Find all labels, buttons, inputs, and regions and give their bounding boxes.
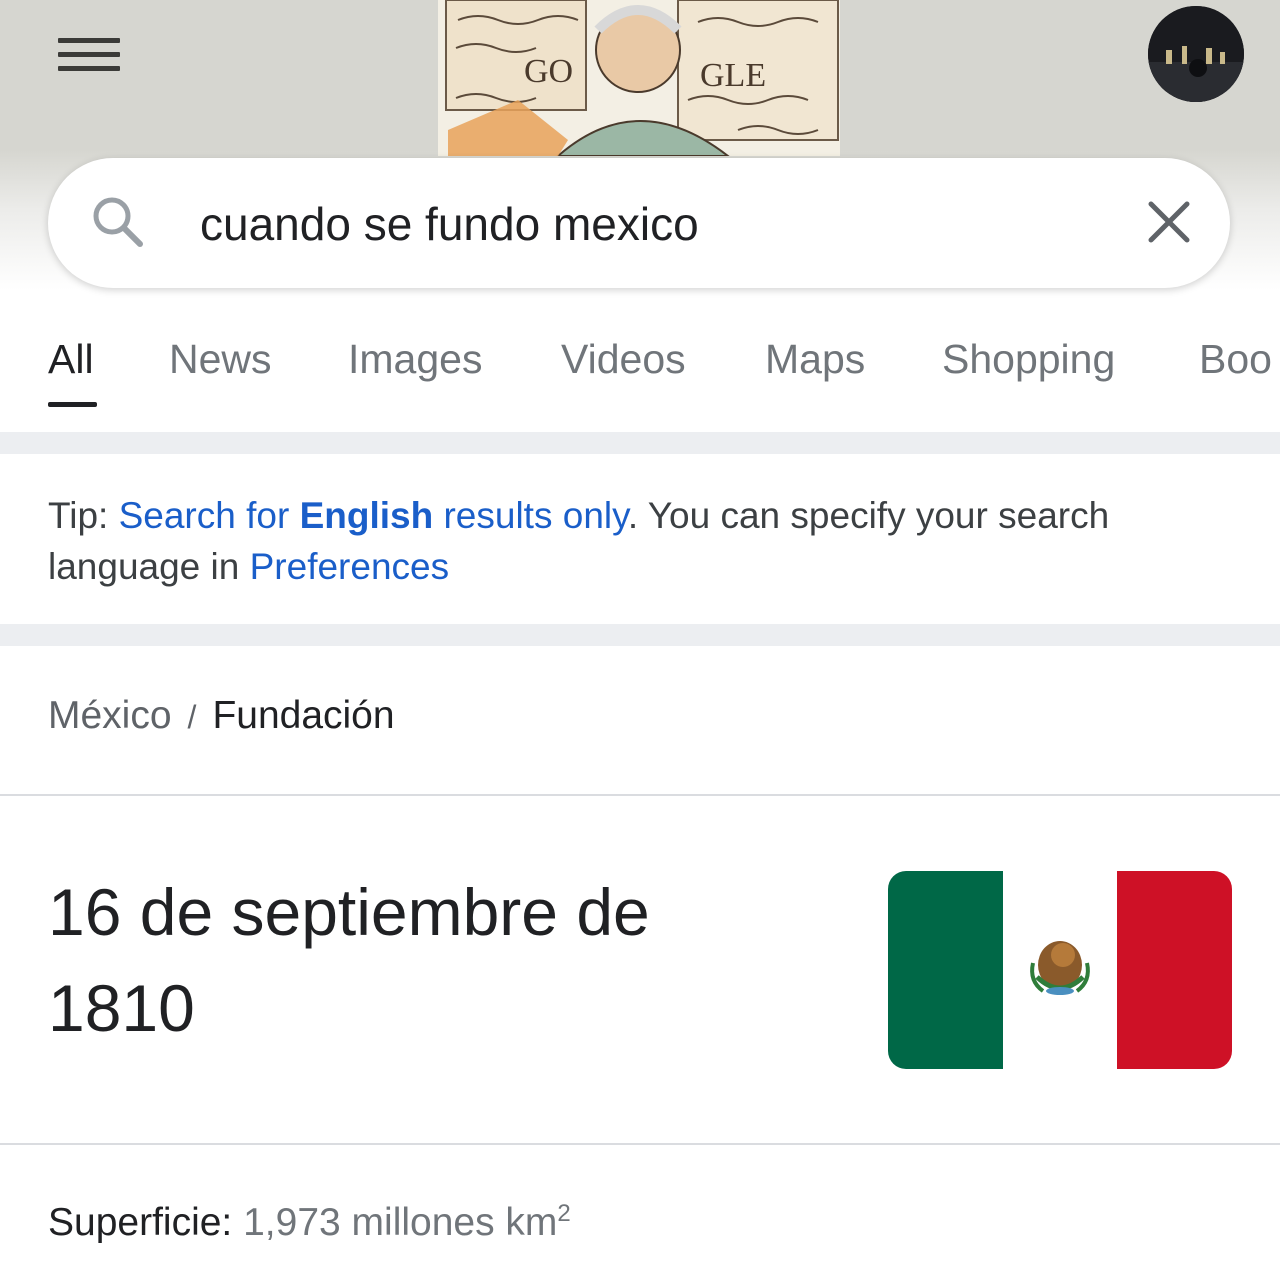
tab-all[interactable]: All	[48, 336, 94, 383]
section-divider	[0, 432, 1280, 454]
tab-videos[interactable]: Videos	[561, 336, 686, 383]
fact-value[interactable]: 1,973 millones km2	[243, 1200, 571, 1244]
tip-prefix: Tip:	[48, 495, 119, 536]
fact-label: Superficie:	[48, 1201, 233, 1244]
tab-images[interactable]: Images	[348, 336, 482, 383]
fact-value-text: 1,973 millones km	[243, 1201, 558, 1244]
breadcrumb-separator: /	[187, 699, 197, 735]
breadcrumb-mexico[interactable]: México	[48, 694, 172, 737]
link-text-after: results only	[433, 495, 628, 536]
divider-line	[0, 794, 1280, 796]
menu-bar	[58, 38, 120, 43]
active-tab-indicator	[48, 402, 97, 407]
answer-line-1: 16 de septiembre de	[48, 875, 650, 949]
close-icon[interactable]	[1143, 196, 1195, 248]
tab-shopping[interactable]: Shopping	[942, 336, 1115, 383]
language-tip: Tip: Search for English results only. Yo…	[48, 490, 1248, 592]
breadcrumb-fundacion: Fundación	[212, 694, 395, 737]
user-avatar[interactable]	[1148, 6, 1244, 102]
flag-white-stripe	[1002, 871, 1118, 1069]
tab-news[interactable]: News	[169, 336, 272, 383]
section-divider	[0, 624, 1280, 646]
breadcrumb: México / Fundación	[48, 694, 395, 738]
flag-green-stripe	[888, 871, 1003, 1069]
menu-bar	[58, 52, 120, 57]
hamburger-menu-button[interactable]	[58, 38, 120, 82]
tab-books[interactable]: Boo	[1199, 336, 1272, 383]
menu-bar	[58, 66, 120, 71]
divider-line	[0, 1143, 1280, 1145]
google-doodle[interactable]: GO GLE	[438, 0, 840, 156]
doodle-text-go: GO	[524, 53, 573, 90]
doodle-text-gle: GLE	[700, 57, 766, 94]
link-text-bold: English	[299, 495, 434, 536]
coat-of-arms-icon	[1029, 941, 1090, 995]
flag-red-stripe	[1117, 871, 1232, 1069]
fact-superficie: Superficie: 1,973 millones km2	[48, 1200, 571, 1245]
avatar-image	[1148, 6, 1244, 102]
search-input[interactable]: cuando se fundo mexico	[200, 196, 699, 252]
english-results-link[interactable]: Search for English results only	[119, 495, 628, 536]
tab-maps[interactable]: Maps	[765, 336, 865, 383]
featured-answer: 16 de septiembre de 1810	[48, 864, 808, 1056]
answer-line-2: 1810	[48, 971, 195, 1045]
search-tabs: All News Images Videos Maps Shopping Boo	[0, 336, 1280, 416]
search-icon[interactable]	[88, 192, 148, 252]
fact-unit-superscript: 2	[557, 1200, 571, 1227]
preferences-link[interactable]: Preferences	[250, 546, 450, 587]
mexico-flag-image[interactable]	[888, 871, 1232, 1069]
doodle-illustration: GO GLE	[438, 0, 840, 156]
link-text-before: Search for	[118, 495, 300, 536]
